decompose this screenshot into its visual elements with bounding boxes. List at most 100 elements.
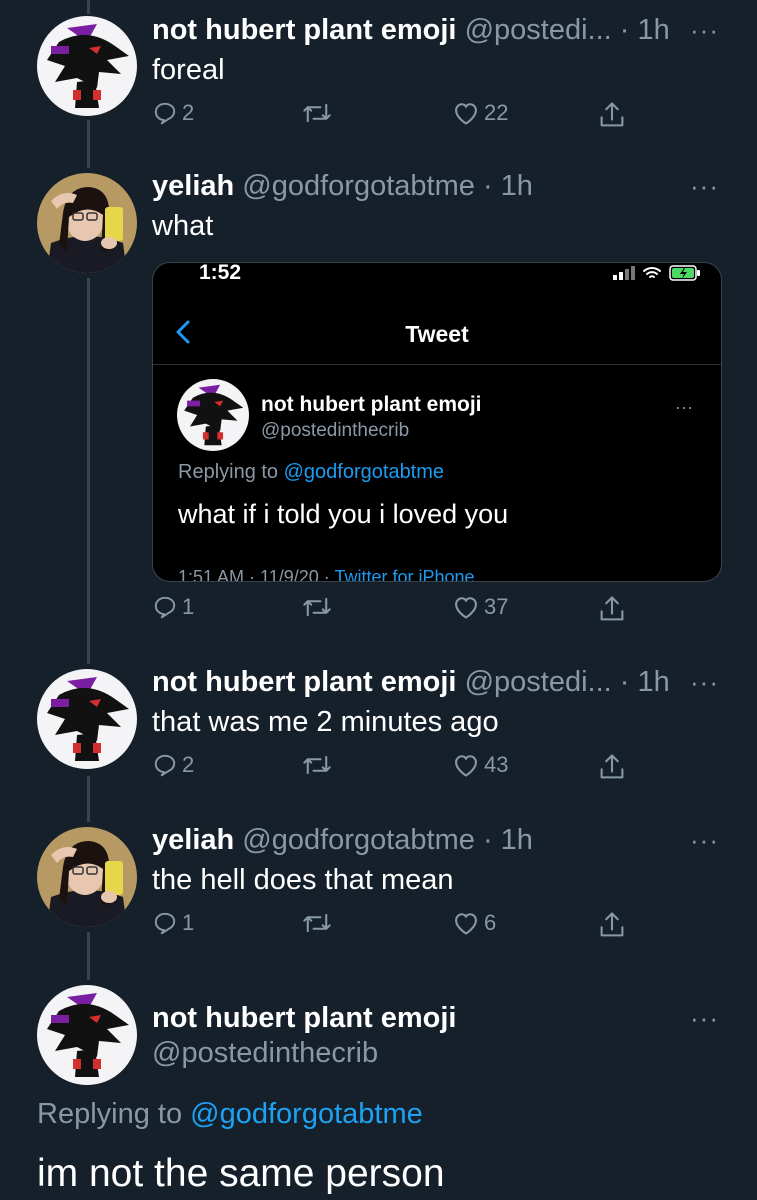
avatar[interactable] — [37, 985, 137, 1085]
username[interactable]: @postedi... — [465, 14, 612, 46]
like-count: 37 — [484, 594, 509, 619]
display-name[interactable]: yeliah — [152, 824, 234, 856]
retweet-icon — [303, 103, 331, 123]
display-name[interactable]: not hubert plant emoji — [152, 666, 457, 698]
share-button[interactable] — [598, 752, 626, 782]
share-icon — [600, 596, 624, 621]
reply-button[interactable]: 2 — [152, 752, 194, 778]
avatar — [177, 379, 249, 451]
tweet-text: the hell does that mean — [152, 864, 454, 896]
tweet-text: im not the same person — [37, 1152, 445, 1195]
more-options-icon[interactable]: ··· — [690, 669, 719, 695]
timestamp[interactable]: · 1h — [620, 14, 670, 46]
thread-line-1 — [87, 0, 90, 14]
retweet-button[interactable] — [302, 910, 332, 936]
tweet-header: not hubert plant emoji @postedi... · 1h — [152, 12, 670, 48]
more-options-icon[interactable]: ··· — [690, 1005, 719, 1031]
retweet-icon — [303, 597, 331, 617]
replying-to: Replying to @godforgotabtme — [178, 461, 444, 484]
reply-count: 1 — [182, 910, 195, 935]
screen-title: Tweet — [405, 321, 469, 347]
replying-prefix: Replying to — [37, 1098, 191, 1130]
reply-count: 2 — [182, 100, 195, 125]
avatar[interactable] — [37, 173, 137, 273]
timestamp[interactable]: · 1h — [483, 170, 533, 202]
username[interactable]: @postedi... — [465, 666, 612, 698]
like-count: 22 — [484, 100, 509, 125]
more-options-icon[interactable]: ··· — [690, 17, 719, 43]
tweet-text: what if i told you i loved you — [178, 499, 509, 529]
reply-icon — [154, 596, 176, 619]
more-options-icon[interactable]: ··· — [690, 173, 719, 199]
reply-button[interactable]: 1 — [152, 910, 194, 936]
share-icon — [600, 912, 624, 937]
timestamp[interactable]: · 1h — [483, 824, 533, 856]
username[interactable]: @postedinthecrib — [152, 1037, 378, 1070]
display-name[interactable]: not hubert plant emoji — [152, 14, 457, 46]
reply-count: 2 — [182, 752, 195, 777]
replying-to: Replying to @godforgotabtme — [37, 1098, 423, 1131]
reply-icon — [154, 754, 176, 777]
replying-prefix: Replying to — [178, 461, 284, 483]
retweet-button[interactable] — [302, 100, 332, 126]
username[interactable]: @godforgotabtme — [242, 824, 475, 856]
avatar[interactable] — [37, 16, 137, 116]
tweet-text: what — [152, 210, 214, 242]
like-button[interactable]: 43 — [452, 752, 508, 778]
tweet-text: that was me 2 minutes ago — [152, 706, 499, 738]
status-bar-icons — [613, 265, 701, 281]
heart-icon — [455, 913, 477, 935]
like-button[interactable]: 6 — [452, 910, 496, 936]
tweet-text: foreal — [152, 54, 225, 86]
tweet-meta: 1:51 AM · 11/9/20 · Twitter for iPhone — [178, 567, 475, 582]
tweet-header: yeliah @godforgotabtme · 1h — [152, 822, 533, 858]
share-icon — [600, 754, 624, 779]
tweet-datetime: 1:51 AM · 11/9/20 · — [178, 567, 335, 582]
more-options-icon[interactable]: ··· — [690, 827, 719, 853]
heart-icon — [455, 597, 477, 619]
tweet-actions: 1 37 — [152, 594, 632, 634]
battery-icon — [669, 265, 700, 281]
header-divider — [153, 364, 721, 365]
heart-icon — [455, 103, 477, 125]
replying-to-link: @godforgotabtme — [283, 461, 445, 483]
like-button[interactable]: 37 — [452, 594, 508, 620]
username: @postedinthecrib — [261, 420, 410, 441]
tweet-header: yeliah @godforgotabtme · 1h — [152, 168, 533, 204]
thread-line-2 — [87, 120, 90, 168]
tweet-header: not hubert plant emoji @postedi... · 1h — [152, 664, 670, 700]
replying-to-link[interactable]: @godforgotabtme — [190, 1098, 423, 1130]
reply-count: 1 — [182, 594, 195, 619]
timestamp[interactable]: · 1h — [620, 666, 670, 698]
display-name[interactable]: yeliah — [152, 170, 234, 202]
display-name[interactable]: not hubert plant emoji — [152, 1002, 457, 1035]
tweet-actions: 2 43 — [152, 752, 632, 792]
retweet-button[interactable] — [302, 752, 332, 778]
thread-line-5 — [87, 932, 90, 980]
tweet-actions: 2 22 — [152, 100, 632, 140]
reply-icon — [154, 912, 176, 935]
more-options-icon: ··· — [675, 397, 693, 417]
share-button[interactable] — [598, 100, 626, 130]
share-icon — [600, 102, 624, 127]
display-name: not hubert plant emoji — [261, 393, 482, 416]
retweet-icon — [303, 755, 331, 775]
status-bar-time: 1:52 — [199, 262, 242, 284]
like-count: 43 — [484, 752, 509, 777]
like-button[interactable]: 22 — [452, 100, 508, 126]
share-button[interactable] — [598, 910, 626, 940]
reply-button[interactable]: 1 — [152, 594, 194, 620]
reply-icon — [154, 102, 176, 125]
username[interactable]: @godforgotabtme — [242, 170, 475, 202]
thread-line-4 — [87, 776, 90, 822]
reply-button[interactable]: 2 — [152, 100, 194, 126]
avatar[interactable] — [37, 827, 137, 927]
retweet-icon — [303, 913, 331, 933]
signal-icon — [613, 266, 635, 280]
attached-image[interactable]: 1:52 Tweet not hubert plant emoji @poste… — [152, 262, 722, 582]
heart-icon — [455, 755, 477, 777]
avatar[interactable] — [37, 669, 137, 769]
share-button[interactable] — [598, 594, 626, 624]
wifi-icon — [643, 267, 661, 278]
retweet-button[interactable] — [302, 594, 332, 620]
